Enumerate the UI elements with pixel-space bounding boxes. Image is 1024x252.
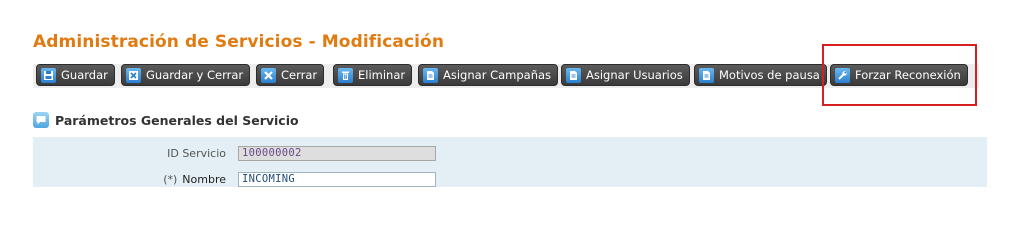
nombre-field[interactable]: [238, 171, 436, 187]
save-and-close-button[interactable]: Guardar y Cerrar: [121, 64, 251, 86]
id-servicio-label: ID Servicio: [167, 146, 226, 160]
document-icon: [423, 67, 438, 83]
delete-button[interactable]: Eliminar: [333, 64, 413, 86]
required-marker: (*): [163, 172, 178, 186]
nombre-label: (*) Nombre: [33, 173, 238, 186]
assign-campaigns-button-label: Asignar Campañas: [443, 68, 552, 82]
delete-button-label: Eliminar: [358, 68, 406, 82]
save-button-label: Guardar: [61, 68, 108, 82]
section-header: Parámetros Generales del Servicio: [33, 110, 299, 130]
highlight-annotation: [822, 44, 977, 106]
nombre-label-text: Nombre: [182, 172, 226, 186]
chat-bubble-icon: [33, 112, 49, 128]
nombre-row: (*) Nombre: [33, 169, 987, 189]
close-icon: [261, 67, 276, 83]
id-servicio-field[interactable]: [238, 145, 436, 161]
assign-users-button[interactable]: Asignar Usuarios: [561, 64, 690, 86]
save-button[interactable]: Guardar: [36, 64, 115, 86]
save-close-icon: [126, 67, 141, 83]
trash-icon: [338, 67, 353, 83]
close-button[interactable]: Cerrar: [256, 64, 325, 86]
save-icon: [41, 67, 56, 83]
id-servicio-row: ID Servicio: [33, 143, 987, 163]
document-icon: [566, 67, 581, 83]
section-title: Parámetros Generales del Servicio: [55, 112, 299, 128]
pause-reasons-button[interactable]: Motivos de pausa: [694, 64, 827, 86]
save-and-close-button-label: Guardar y Cerrar: [146, 68, 244, 82]
pause-reasons-button-label: Motivos de pausa: [719, 68, 820, 82]
form-panel: ID Servicio (*) Nombre: [33, 137, 987, 187]
assign-users-button-label: Asignar Usuarios: [586, 68, 683, 82]
close-button-label: Cerrar: [281, 68, 318, 82]
page-title: Administración de Servicios - Modificaci…: [33, 32, 445, 52]
assign-campaigns-button[interactable]: Asignar Campañas: [418, 64, 559, 86]
document-icon: [699, 67, 714, 83]
